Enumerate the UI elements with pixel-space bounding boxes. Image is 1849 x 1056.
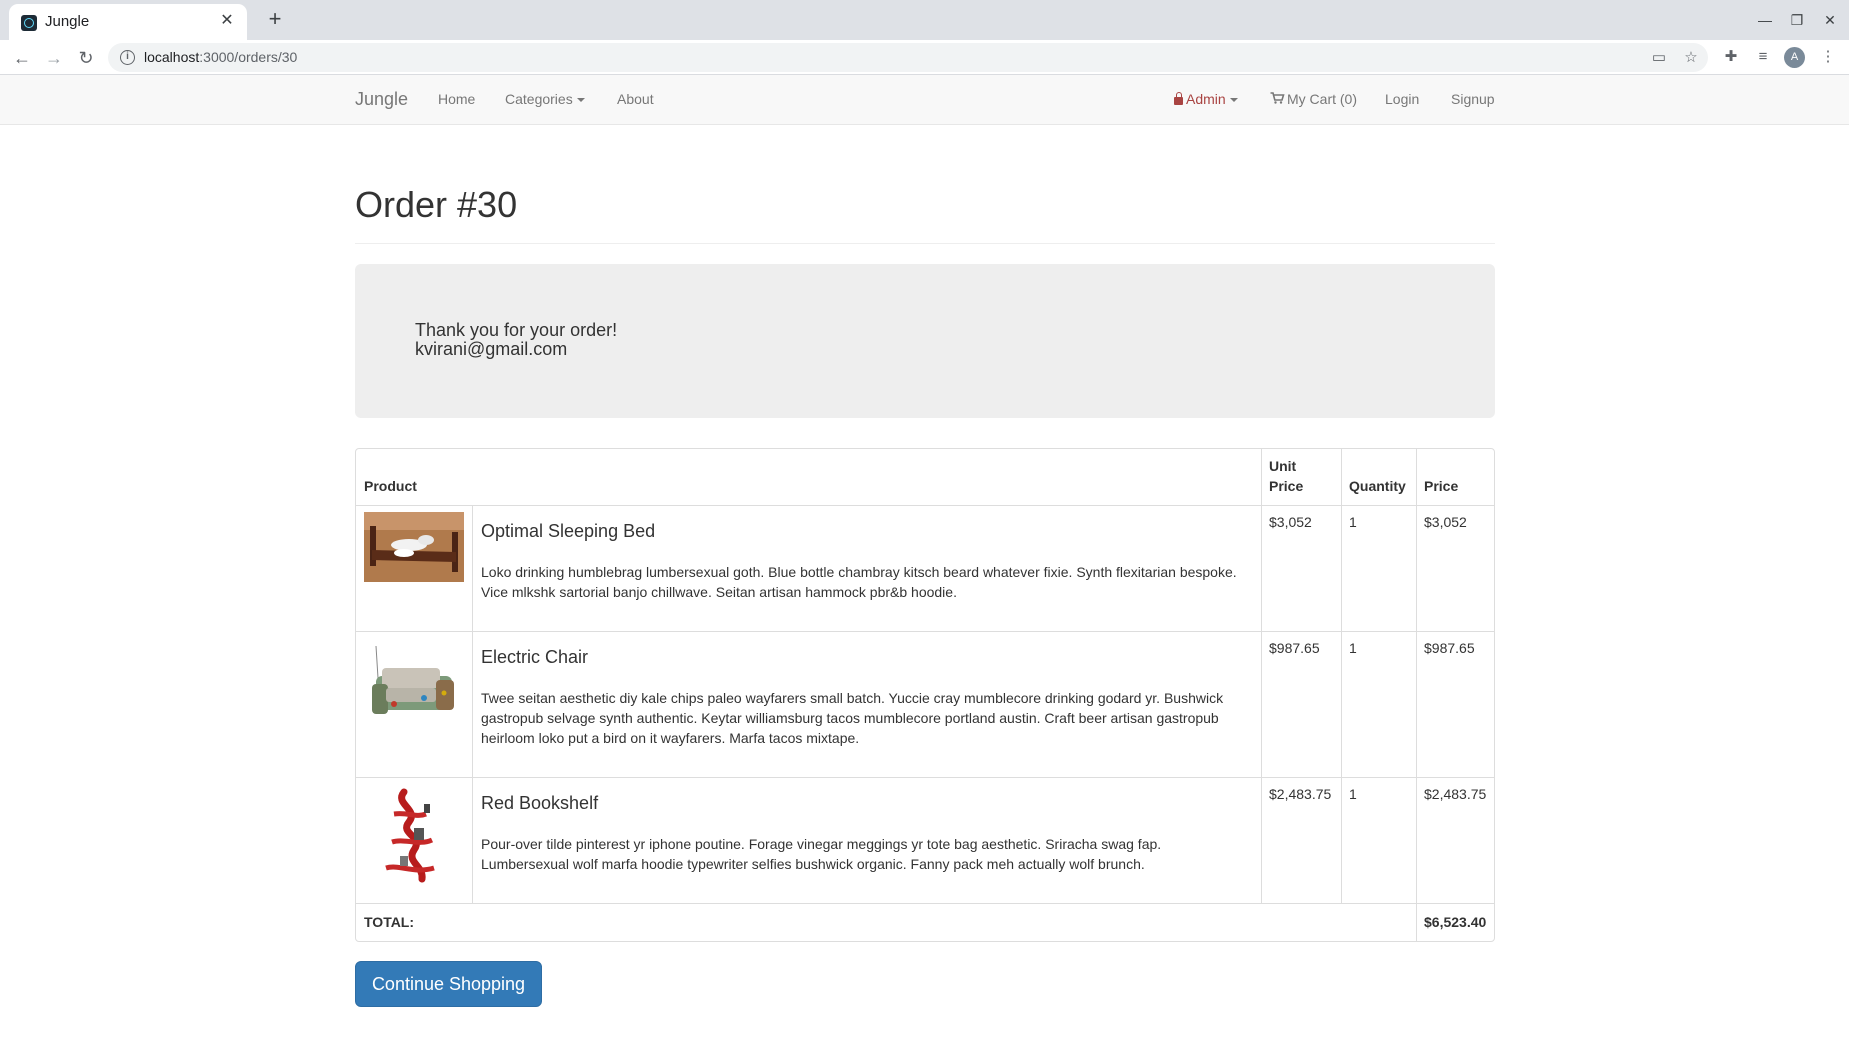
nav-categories-label: Categories xyxy=(505,91,573,107)
product-thumbnail[interactable] xyxy=(364,784,464,884)
more-menu-icon[interactable]: ⋮ xyxy=(1816,45,1840,69)
product-name[interactable]: Red Bookshelf xyxy=(481,793,598,814)
caret-down-icon xyxy=(1229,98,1238,103)
site-info-icon[interactable]: i xyxy=(120,50,135,65)
nav-admin-label: Admin xyxy=(1186,91,1226,107)
price-cell: $2,483.75 xyxy=(1424,786,1487,802)
browser-chrome: Jungle ✕ + — ❐ ✕ ← → ↻ i localhost:3000/… xyxy=(0,0,1849,75)
product-description: Loko drinking humblebrag lumbersexual go… xyxy=(481,564,1237,600)
total-label: TOTAL: xyxy=(364,914,415,930)
page-title: Order #30 xyxy=(355,184,518,225)
column-divider xyxy=(1416,449,1417,941)
reload-icon[interactable]: ↻ xyxy=(72,44,100,72)
nav-signup-link[interactable]: Signup xyxy=(1451,91,1495,107)
unit-price-cell: $2,483.75 xyxy=(1269,786,1332,802)
order-confirmation-panel: Thank you for your order! kvirani@gmail.… xyxy=(355,264,1495,418)
chair-image-icon xyxy=(372,645,454,714)
table-total-row: TOTAL: $6,523.40 xyxy=(356,904,1494,941)
table-header-row: Product Unit Price Quantity Price xyxy=(356,449,1494,506)
product-description: Pour-over tilde pinterest yr iphone pout… xyxy=(481,836,1162,872)
thank-you-message: Thank you for your order! xyxy=(415,320,618,340)
order-table: Product Unit Price Quantity Price Optimal xyxy=(355,448,1495,942)
profile-avatar[interactable]: A xyxy=(1784,47,1805,68)
reader-mode-icon[interactable]: ▭ xyxy=(1648,47,1670,69)
minimize-window-icon[interactable]: — xyxy=(1753,8,1777,32)
navbar-brand[interactable]: Jungle xyxy=(355,89,408,110)
address-bar[interactable]: i localhost:3000/orders/30 ▭ ☆ xyxy=(108,43,1708,72)
react-favicon-icon xyxy=(21,15,37,31)
url-path: :3000/orders/30 xyxy=(199,49,298,65)
close-window-icon[interactable]: ✕ xyxy=(1818,8,1842,32)
price-cell: $3,052 xyxy=(1424,514,1467,530)
unit-price-cell: $3,052 xyxy=(1269,514,1312,530)
nav-login-link[interactable]: Login xyxy=(1385,91,1419,107)
nav-cart-link[interactable]: My Cart (0) xyxy=(1270,91,1357,107)
back-arrow-icon[interactable]: ← xyxy=(8,44,36,72)
quantity-cell: 1 xyxy=(1349,640,1357,656)
new-tab-button[interactable]: + xyxy=(261,6,289,34)
product-name[interactable]: Optimal Sleeping Bed xyxy=(481,521,655,542)
product-name[interactable]: Electric Chair xyxy=(481,647,588,668)
forward-arrow-icon[interactable]: → xyxy=(40,44,68,72)
table-row: Optimal Sleeping Bed Loko drinking humbl… xyxy=(356,506,1494,632)
header-product: Product xyxy=(364,478,417,494)
table-row: Electric Chair Twee seitan aesthetic diy… xyxy=(356,632,1494,778)
table-row: Red Bookshelf Pour-over tilde pinterest … xyxy=(356,778,1494,904)
browser-toolbar: ← → ↻ i localhost:3000/orders/30 ▭ ☆ ✚ ≡… xyxy=(0,40,1849,75)
nav-about-link[interactable]: About xyxy=(617,91,654,107)
nav-admin-dropdown[interactable]: Admin xyxy=(1174,91,1238,107)
bookmark-star-icon[interactable]: ☆ xyxy=(1680,47,1702,69)
shopping-cart-icon xyxy=(1270,92,1285,104)
url-text[interactable]: localhost:3000/orders/30 xyxy=(144,49,297,65)
nav-cart-label: My Cart (0) xyxy=(1287,91,1357,107)
caret-down-icon xyxy=(576,98,585,103)
tab-title: Jungle xyxy=(45,13,90,30)
header-unit-price-line1: Unit xyxy=(1269,458,1297,474)
header-unit-price: Unit Price xyxy=(1269,456,1303,496)
product-description: Twee seitan aesthetic diy kale chips pal… xyxy=(481,690,1224,746)
browser-tab[interactable]: Jungle ✕ xyxy=(9,4,247,40)
bed-image-icon xyxy=(364,512,464,582)
column-divider xyxy=(472,506,473,904)
quantity-cell: 1 xyxy=(1349,786,1357,802)
unit-price-cell: $987.65 xyxy=(1269,640,1320,656)
price-cell: $987.65 xyxy=(1424,640,1475,656)
column-divider xyxy=(1261,449,1262,904)
total-value: $6,523.40 xyxy=(1424,914,1487,930)
quantity-cell: 1 xyxy=(1349,514,1357,530)
restore-window-icon[interactable]: ❐ xyxy=(1785,8,1809,32)
tab-strip: Jungle ✕ + — ❐ ✕ xyxy=(0,0,1849,40)
header-unit-price-line2: Price xyxy=(1269,478,1304,494)
title-divider xyxy=(355,243,1495,244)
column-divider xyxy=(1341,449,1342,904)
extensions-puzzle-icon[interactable]: ✚ xyxy=(1719,45,1743,69)
product-thumbnail[interactable] xyxy=(364,638,464,738)
customer-email: kvirani@gmail.com xyxy=(415,339,568,359)
nav-home-link[interactable]: Home xyxy=(438,91,475,107)
product-thumbnail[interactable] xyxy=(364,512,464,582)
continue-shopping-button[interactable]: Continue Shopping xyxy=(355,961,542,1007)
page-viewport: Jungle Home Categories About Admin My Ca… xyxy=(0,75,1849,1056)
nav-categories-dropdown[interactable]: Categories xyxy=(505,91,585,107)
header-price: Price xyxy=(1424,478,1459,494)
url-host: localhost xyxy=(144,49,200,65)
site-navbar: Jungle Home Categories About Admin My Ca… xyxy=(0,75,1849,125)
lock-icon xyxy=(1174,92,1183,105)
media-queue-icon[interactable]: ≡ xyxy=(1751,45,1775,69)
close-tab-icon[interactable]: ✕ xyxy=(217,11,237,31)
bookshelf-image-icon xyxy=(385,788,435,883)
header-quantity: Quantity xyxy=(1349,478,1406,494)
